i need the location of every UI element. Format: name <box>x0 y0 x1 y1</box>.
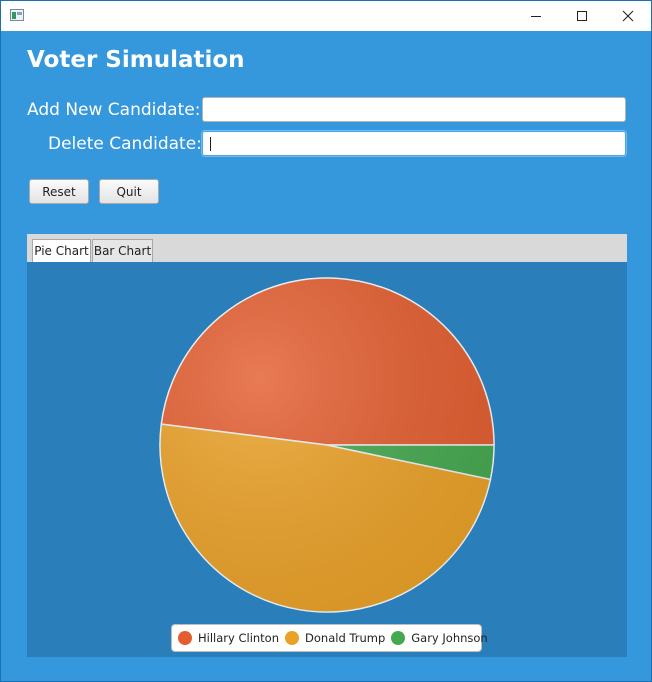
delete-candidate-label: Delete Candidate: <box>48 134 202 154</box>
text-caret <box>210 137 211 151</box>
chart-area: Hillary Clinton Donald Trump Gary Johnson <box>27 262 627 657</box>
add-candidate-input[interactable] <box>202 97 626 122</box>
tab-pie-chart[interactable]: Pie Chart <box>32 239 91 262</box>
close-icon <box>622 10 634 22</box>
legend-label: Gary Johnson <box>411 631 488 645</box>
quit-button[interactable]: Quit <box>99 179 159 204</box>
title-bar[interactable] <box>1 1 651 31</box>
app-icon <box>10 9 24 21</box>
app-window: Voter Simulation Add New Candidate: Dele… <box>0 0 652 682</box>
delete-candidate-input[interactable] <box>202 131 626 156</box>
legend-label: Donald Trump <box>305 631 386 645</box>
minimize-icon <box>531 16 541 17</box>
close-button[interactable] <box>605 1 651 31</box>
add-candidate-label: Add New Candidate: <box>27 100 201 120</box>
legend-label: Hillary Clinton <box>198 631 280 645</box>
legend-item: Hillary Clinton <box>178 631 279 645</box>
legend-marker <box>178 631 192 645</box>
tab-bar-chart[interactable]: Bar Chart <box>92 239 153 262</box>
legend-item: Donald Trump <box>285 631 385 645</box>
reset-button[interactable]: Reset <box>29 179 89 204</box>
maximize-icon <box>577 11 587 21</box>
legend-marker <box>285 631 300 645</box>
maximize-button[interactable] <box>559 1 605 31</box>
pie-chart <box>159 277 495 613</box>
legend-item: Gary Johnson <box>391 631 488 645</box>
chart-tab-strip: Pie Chart Bar Chart <box>27 234 627 262</box>
page-title: Voter Simulation <box>27 47 245 73</box>
minimize-button[interactable] <box>513 1 559 31</box>
chart-legend: Hillary Clinton Donald Trump Gary Johnson <box>171 624 488 652</box>
pie-slice-hillary-clinton <box>160 277 495 446</box>
legend-marker <box>391 631 406 645</box>
